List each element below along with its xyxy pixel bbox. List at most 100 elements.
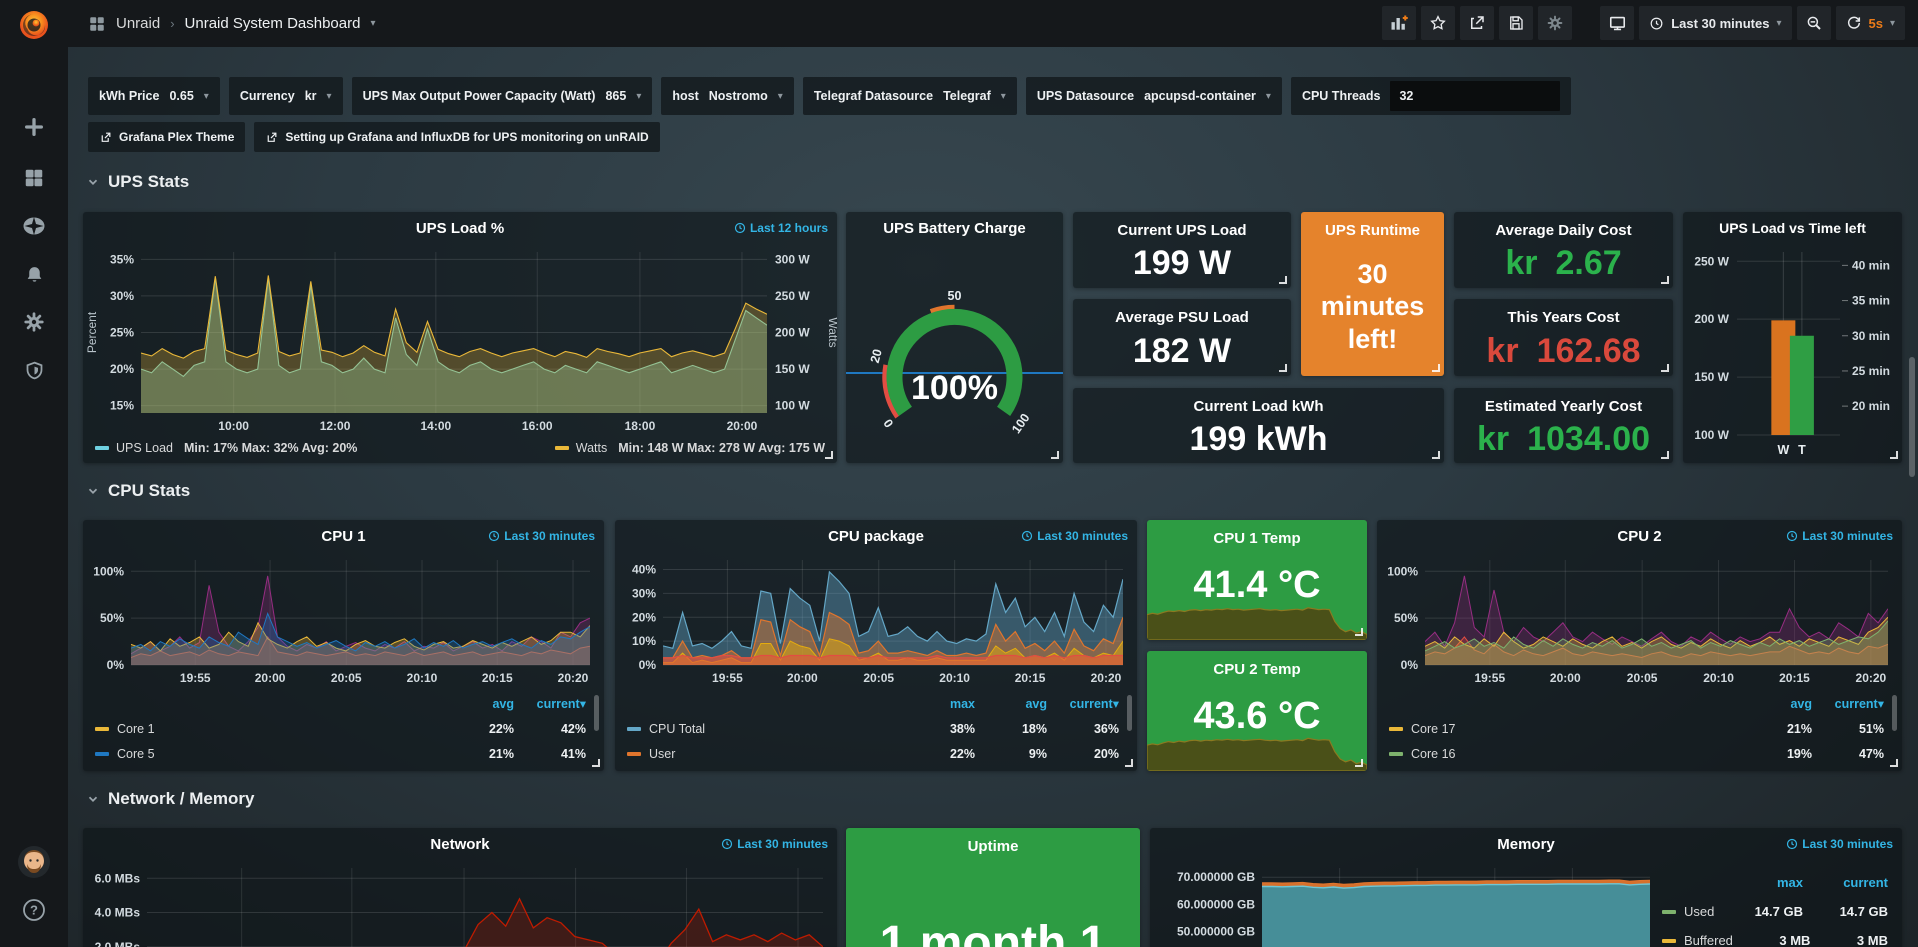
legend-sort-current[interactable]: current▾ bbox=[1047, 696, 1119, 711]
panel-time-range[interactable]: Last 30 minutes bbox=[1021, 529, 1128, 543]
settings-gear-button[interactable] bbox=[1538, 6, 1572, 40]
stat-title[interactable]: Uptime bbox=[846, 838, 1140, 855]
legend-row[interactable]: Core 1721%51% bbox=[1389, 716, 1884, 741]
svg-text:100%: 100% bbox=[1387, 564, 1418, 578]
help-icon[interactable]: ? bbox=[0, 890, 68, 930]
ups-load-legend[interactable]: UPS LoadMin: 17% Max: 32% Avg: 20% WattsM… bbox=[83, 437, 837, 463]
legend-swatch bbox=[627, 727, 641, 731]
ups-load-vs-time-bar-chart[interactable]: 250 W200 W150 W100 W40 min35 min30 min25… bbox=[1683, 244, 1902, 463]
page-scrollbar[interactable] bbox=[1909, 357, 1915, 477]
stat-title[interactable]: Estimated Yearly Cost bbox=[1454, 398, 1673, 415]
share-button[interactable] bbox=[1460, 6, 1494, 40]
battery-charge-gauge[interactable]: 02050100100% bbox=[846, 244, 1063, 463]
stat-title[interactable]: Current UPS Load bbox=[1073, 222, 1291, 239]
svg-text:50.000000 GB: 50.000000 GB bbox=[1177, 925, 1255, 939]
ups-load-chart[interactable]: 10:0012:0014:0016:0018:0020:0035%30%25%2… bbox=[83, 244, 837, 437]
zoom-out-button[interactable] bbox=[1797, 6, 1831, 40]
star-button[interactable] bbox=[1421, 6, 1455, 40]
legend-row[interactable]: Core 1619%47% bbox=[1389, 741, 1884, 766]
legend-row[interactable]: Core 122%42% bbox=[95, 716, 586, 741]
legend-header-row: maxcurrent bbox=[1662, 868, 1888, 897]
sidebar-item-dashboards[interactable] bbox=[0, 158, 68, 198]
variable-currency[interactable]: Currencykr▾ bbox=[229, 77, 343, 115]
svg-text:50%: 50% bbox=[1394, 611, 1418, 625]
breadcrumb-root[interactable]: Unraid bbox=[116, 15, 160, 32]
panel-time-range[interactable]: Last 30 minutes bbox=[1786, 837, 1893, 851]
panel-time-range[interactable]: Last 30 minutes bbox=[721, 837, 828, 851]
legend-row[interactable]: User22%9%20% bbox=[627, 741, 1119, 766]
cpu1-chart[interactable]: 19:5520:0020:0520:1020:1520:20100%50%0% bbox=[83, 552, 604, 689]
sidebar-item-explore-compass[interactable] bbox=[0, 206, 68, 246]
sidebar-item-alerting-bell[interactable] bbox=[0, 254, 68, 294]
dashboards-grid-icon[interactable] bbox=[88, 15, 106, 33]
cpu2-legend[interactable]: avgcurrent▾ Core 1721%51%Core 1619%47% bbox=[1377, 689, 1902, 771]
stat-title[interactable]: Average PSU Load bbox=[1073, 309, 1291, 326]
panel-time-range[interactable]: Last 30 minutes bbox=[1786, 529, 1893, 543]
variable-host[interactable]: hostNostromo▾ bbox=[661, 77, 793, 115]
variable-ups-datasource[interactable]: UPS Datasourceapcupsd-container▾ bbox=[1026, 77, 1282, 115]
panel-title[interactable]: UPS Load vs Time left bbox=[1683, 220, 1902, 236]
svg-text:20:00: 20:00 bbox=[727, 419, 758, 433]
refresh-picker[interactable]: 5s ▾ bbox=[1836, 6, 1906, 40]
add-panel-button[interactable] bbox=[1382, 6, 1416, 40]
section-cpu-stats[interactable]: CPU Stats bbox=[86, 481, 190, 501]
legend-sort-current[interactable]: current bbox=[1803, 875, 1888, 890]
legend-scrollbar[interactable] bbox=[1892, 695, 1897, 731]
panel-title[interactable]: UPS Load % bbox=[83, 220, 837, 237]
cpu1-legend[interactable]: avgcurrent▾ Core 122%42%Core 521%41% bbox=[83, 689, 604, 771]
panel-time-range[interactable]: Last 30 minutes bbox=[488, 529, 595, 543]
memory-chart[interactable]: 70.000000 GB60.000000 GB50.000000 GB bbox=[1150, 860, 1662, 947]
legend-sort-current[interactable]: current▾ bbox=[514, 696, 586, 711]
panel-title[interactable]: UPS Battery Charge bbox=[846, 220, 1063, 237]
legend-scrollbar[interactable] bbox=[594, 695, 599, 731]
stat-title[interactable]: CPU 1 Temp bbox=[1147, 530, 1367, 547]
legend-sort-current[interactable]: current▾ bbox=[1812, 696, 1884, 711]
panel-time-range[interactable]: Last 12 hours bbox=[734, 221, 828, 235]
sidebar-item-server-admin-shield[interactable] bbox=[0, 350, 68, 390]
variable-ups-max-output[interactable]: UPS Max Output Power Capacity (Watt)865▾ bbox=[352, 77, 653, 115]
grafana-logo[interactable] bbox=[0, 4, 68, 46]
cpu-package-legend[interactable]: maxavgcurrent▾ CPU Total38%18%36%User22%9… bbox=[615, 689, 1137, 771]
legend-sort-avg[interactable]: avg bbox=[1740, 697, 1812, 711]
cpu-package-chart[interactable]: 19:5520:0020:0520:1020:1520:2040%30%20%1… bbox=[615, 552, 1137, 689]
legend-sort-max[interactable]: max bbox=[903, 697, 975, 711]
stat-title[interactable]: Current Load kWh bbox=[1073, 398, 1444, 415]
sidebar-item-configuration-gear[interactable] bbox=[0, 302, 68, 342]
save-button[interactable] bbox=[1499, 6, 1533, 40]
time-range-picker[interactable]: Last 30 minutes ▾ bbox=[1639, 6, 1791, 40]
legend-sort-max[interactable]: max bbox=[1718, 875, 1803, 890]
memory-legend[interactable]: maxcurrentUsed14.7 GB14.7 GBBuffered3 MB… bbox=[1662, 860, 1902, 947]
legend-sort-avg[interactable]: avg bbox=[975, 697, 1047, 711]
legend-scrollbar[interactable] bbox=[1127, 695, 1132, 731]
legend-item[interactable]: UPS LoadMin: 17% Max: 32% Avg: 20% bbox=[95, 441, 357, 455]
legend-row[interactable]: Buffered3 MB3 MB bbox=[1662, 926, 1888, 947]
legend-row[interactable]: Core 521%41% bbox=[95, 741, 586, 766]
breadcrumb-caret-icon[interactable]: ▾ bbox=[370, 18, 375, 29]
legend-row[interactable]: Used14.7 GB14.7 GB bbox=[1662, 897, 1888, 926]
stat-title[interactable]: UPS Runtime bbox=[1301, 222, 1444, 239]
svg-text:250 W: 250 W bbox=[1694, 254, 1729, 268]
variable-telegraf-datasource[interactable]: Telegraf DatasourceTelegraf▾ bbox=[803, 77, 1017, 115]
legend-sort-avg[interactable]: avg bbox=[442, 697, 514, 711]
network-chart[interactable]: 6.0 MBs4.0 MBs2.0 MBs bbox=[83, 860, 837, 947]
breadcrumb-current[interactable]: Unraid System Dashboard bbox=[185, 15, 361, 32]
tv-cycle-button[interactable] bbox=[1600, 6, 1634, 40]
section-network-memory[interactable]: Network / Memory bbox=[86, 789, 254, 809]
legend-item[interactable]: WattsMin: 148 W Max: 278 W Avg: 175 W bbox=[555, 441, 825, 455]
svg-text:20:15: 20:15 bbox=[1779, 671, 1810, 685]
section-ups-stats[interactable]: UPS Stats bbox=[86, 172, 189, 192]
chevron-down-icon bbox=[86, 484, 100, 498]
link-grafana-plex-theme[interactable]: Grafana Plex Theme bbox=[88, 122, 245, 152]
cpu2-chart[interactable]: 19:5520:0020:0520:1020:1520:20100%50%0% bbox=[1377, 552, 1902, 689]
stat-title[interactable]: CPU 2 Temp bbox=[1147, 661, 1367, 678]
variable-kwh-price[interactable]: kWh Price0.65▾ bbox=[88, 77, 220, 115]
stat-title[interactable]: This Years Cost bbox=[1454, 309, 1673, 326]
avatar[interactable] bbox=[0, 840, 68, 884]
chevron-down-icon bbox=[86, 792, 100, 806]
sidebar-item-create[interactable] bbox=[0, 107, 68, 147]
cpu-threads-input[interactable] bbox=[1390, 81, 1560, 111]
stat-title[interactable]: Average Daily Cost bbox=[1454, 222, 1673, 239]
legend-row[interactable]: CPU Total38%18%36% bbox=[627, 716, 1119, 741]
link-ups-monitoring-guide[interactable]: Setting up Grafana and InfluxDB for UPS … bbox=[254, 122, 659, 152]
legend-swatch bbox=[555, 446, 569, 450]
